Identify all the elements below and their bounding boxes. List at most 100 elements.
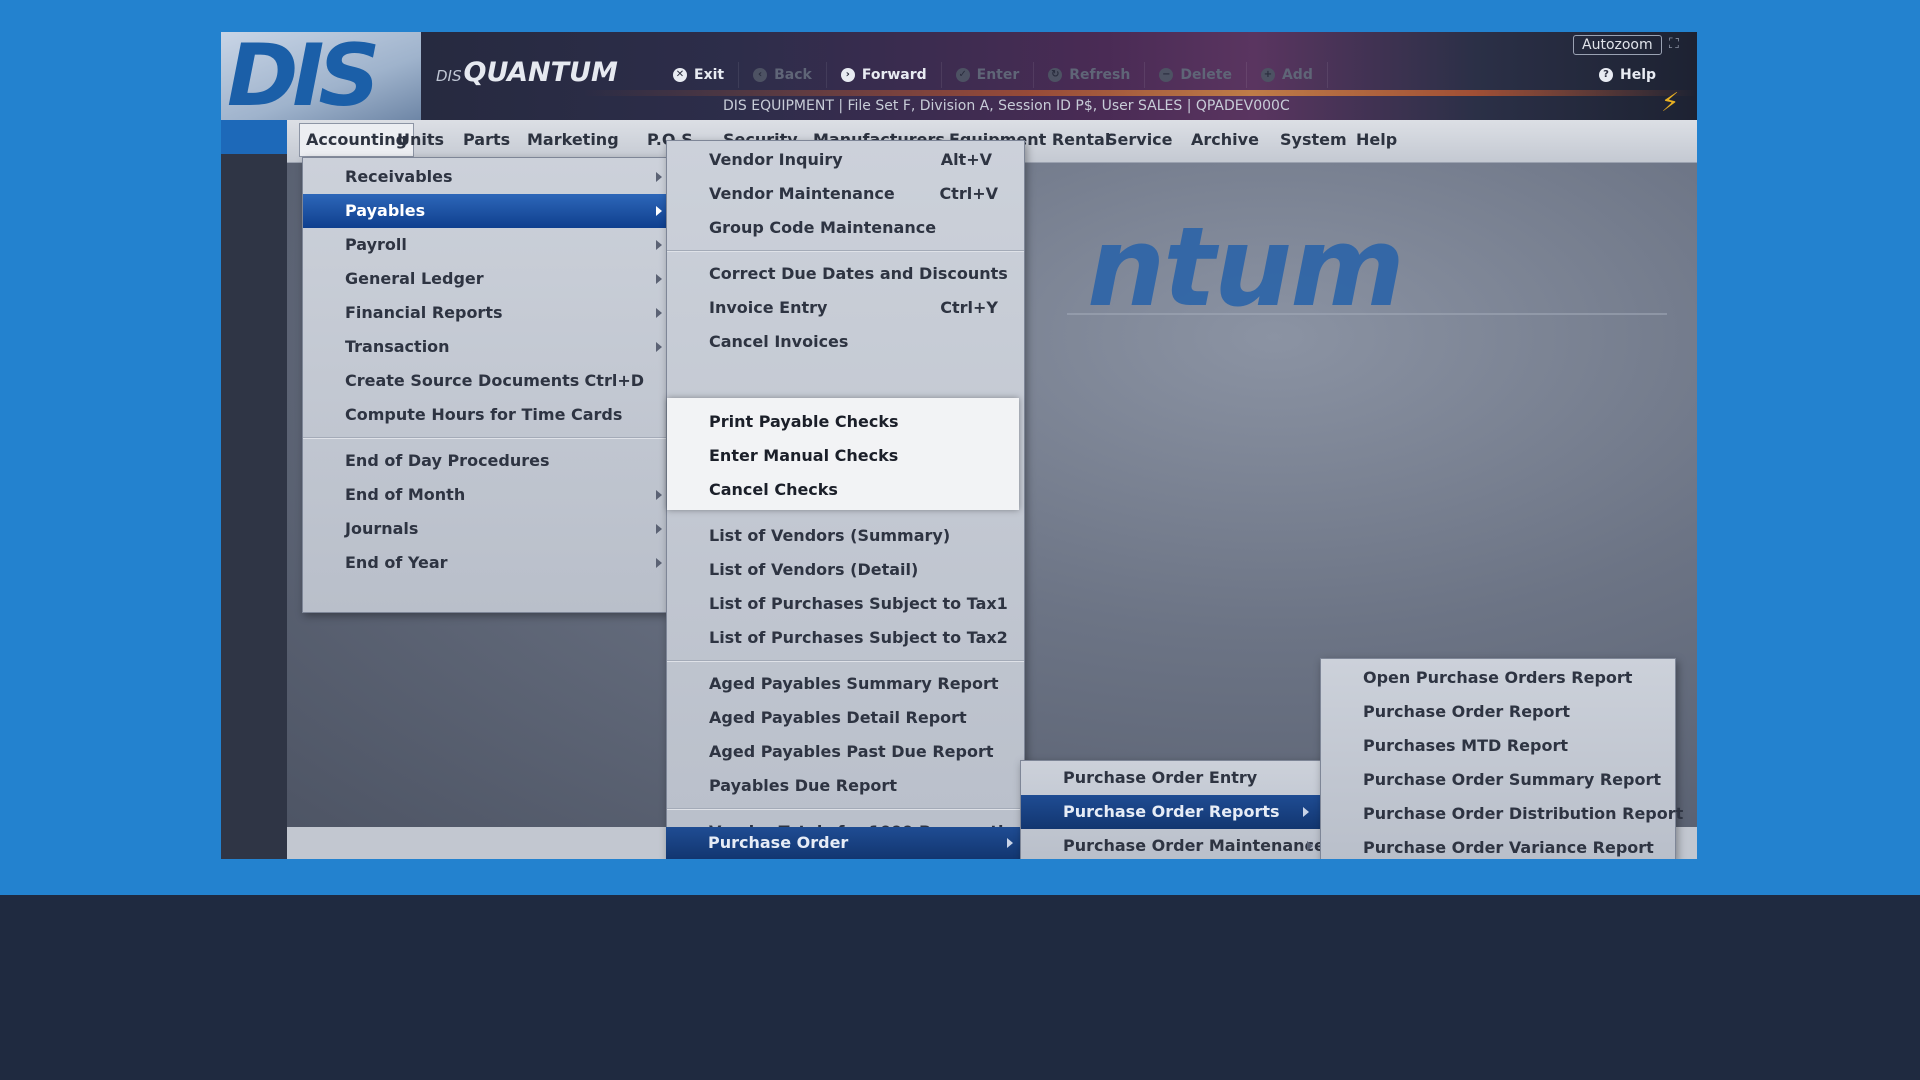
check-circle-icon: ✓: [955, 68, 970, 82]
submenu-arrow-icon: [656, 558, 662, 568]
menu-item-payables-due[interactable]: Payables Due Report: [667, 769, 1024, 803]
toolbar: ✕ Exit ‹ Back › Forward ✓ Enter ↻ Refresh − De…: [659, 62, 1328, 88]
menu-item-purchases-mtd[interactable]: Purchases MTD Report: [1321, 729, 1675, 763]
menu-item-journals[interactable]: Journals: [303, 512, 666, 546]
autozoom-toggle[interactable]: Autozoom: [1573, 35, 1662, 55]
menu-separator: [667, 660, 1024, 662]
help-circle-icon: ?: [1599, 68, 1613, 82]
menu-item-invoice-entry[interactable]: Invoice Entry Ctrl+Y: [667, 291, 1024, 325]
brand-title: DISQUANTUM: [436, 56, 636, 90]
add-button[interactable]: + Add: [1247, 62, 1328, 88]
menu-item-label: Purchase Order Entry: [1063, 768, 1258, 787]
menu-item-label: General Ledger: [345, 269, 484, 288]
lightning-bolt-icon[interactable]: ⚡: [1661, 88, 1679, 118]
menu-separator: [667, 250, 1024, 252]
menu-help[interactable]: Help: [1350, 124, 1403, 156]
menu-item-aged-past-due[interactable]: Aged Payables Past Due Report: [667, 735, 1024, 769]
menu-item-create-source-documents[interactable]: Create Source Documents Ctrl+D: [303, 364, 666, 398]
brand-prefix: DIS: [436, 67, 462, 85]
app-window: DIS DISQUANTUM ✕ Exit ‹ Back › Forward ✓ Ent…: [221, 32, 1697, 859]
menu-item-label: Aged Payables Summary Report: [709, 674, 999, 693]
po-reports-menu: Open Purchase Orders Report Purchase Ord…: [1320, 658, 1683, 859]
menu-item-open-po-report[interactable]: Open Purchase Orders Report: [1321, 661, 1675, 695]
menu-item-receivables[interactable]: Receivables: [303, 160, 666, 194]
menu-item-shortcut: Alt+V: [940, 150, 992, 169]
menu-item-aged-summary[interactable]: Aged Payables Summary Report: [667, 667, 1024, 701]
fullscreen-icon[interactable]: ⛶: [1669, 35, 1679, 53]
menu-item-label: Aged Payables Past Due Report: [709, 742, 994, 761]
menu-item-po-distribution[interactable]: Purchase Order Distribution Report: [1321, 797, 1683, 831]
menu-parts[interactable]: Parts: [457, 124, 516, 156]
menu-item-label: Aged Payables Detail Report: [709, 708, 967, 727]
menu-item-payables[interactable]: Payables: [303, 194, 666, 228]
menu-item-print-payable-checks[interactable]: Print Payable Checks: [667, 405, 1024, 439]
delete-button[interactable]: − Delete: [1145, 62, 1247, 88]
menu-item-transaction[interactable]: Transaction: [303, 330, 666, 364]
menu-item-financial-reports[interactable]: Financial Reports: [303, 296, 666, 330]
menu-item-enter-manual-checks[interactable]: Enter Manual Checks: [667, 439, 1024, 473]
menu-archive[interactable]: Archive: [1185, 124, 1265, 156]
menu-item-label: Payables Due Report: [709, 776, 897, 795]
menu-item-payroll[interactable]: Payroll: [303, 228, 666, 262]
accounting-menu: Receivables Payables Payroll General Led…: [302, 157, 667, 613]
menu-service[interactable]: Service: [1100, 124, 1179, 156]
menu-item-label: Purchase Order Distribution Report: [1363, 804, 1684, 823]
menu-item-purchases-tax2[interactable]: List of Purchases Subject to Tax2: [667, 621, 1024, 655]
menu-item-label: Financial Reports: [345, 303, 503, 322]
back-button[interactable]: ‹ Back: [739, 62, 827, 88]
menu-item-po-summary[interactable]: Purchase Order Summary Report: [1321, 763, 1675, 797]
menu-item-group-code-maintenance[interactable]: Group Code Maintenance: [667, 211, 1024, 245]
forward-button[interactable]: › Forward: [827, 62, 942, 88]
submenu-arrow-icon: [656, 206, 662, 216]
menu-item-shortcut: Ctrl+D: [584, 371, 644, 390]
menu-system[interactable]: System: [1274, 124, 1353, 156]
desktop-footer: [0, 895, 1920, 1080]
menu-separator: [667, 808, 1024, 810]
menu-item-purchase-order[interactable]: Purchase Order: [666, 827, 1023, 859]
menu-item-vendor-maintenance[interactable]: Vendor Maintenance Ctrl+V: [667, 177, 1024, 211]
submenu-arrow-icon: [656, 342, 662, 352]
back-label: Back: [774, 67, 812, 83]
menu-item-end-of-year[interactable]: End of Year: [303, 546, 666, 580]
menu-item-cancel-invoices[interactable]: Cancel Invoices: [667, 325, 1024, 359]
help-button[interactable]: ? Help: [1599, 62, 1656, 88]
menu-item-label: Purchase Order Variance Report: [1363, 838, 1654, 857]
menu-item-label: Group Code Maintenance: [709, 218, 937, 237]
menu-item-end-of-month[interactable]: End of Month: [303, 478, 666, 512]
menu-item-po-variance[interactable]: Purchase Order Variance Report: [1321, 831, 1675, 859]
menu-item-po-reports[interactable]: Purchase Order Reports: [1021, 795, 1321, 829]
menu-item-label: End of Day Procedures: [345, 451, 550, 470]
menu-marketing[interactable]: Marketing: [521, 124, 625, 156]
menu-item-label: List of Purchases Subject to Tax1: [709, 594, 1008, 613]
menu-item-label: Invoice Entry: [709, 298, 828, 317]
menu-item-po-maintenance[interactable]: Purchase Order Maintenance: [1021, 829, 1325, 859]
menu-item-compute-hours[interactable]: Compute Hours for Time Cards: [303, 398, 666, 432]
menu-item-label: Transaction: [345, 337, 450, 356]
watermark-text: ntum: [1087, 203, 1405, 331]
left-panel-header: [221, 120, 287, 154]
menu-item-label: Receivables: [345, 167, 453, 186]
refresh-button[interactable]: ↻ Refresh: [1034, 62, 1146, 88]
menu-units[interactable]: Units: [391, 124, 450, 156]
menu-item-po-entry[interactable]: Purchase Order Entry: [1021, 761, 1321, 795]
menu-item-po-report[interactable]: Purchase Order Report: [1321, 695, 1675, 729]
menu-item-cancel-checks[interactable]: Cancel Checks: [667, 473, 1024, 507]
menu-item-end-of-day[interactable]: End of Day Procedures: [303, 444, 666, 478]
logo: DIS: [221, 32, 421, 120]
menu-item-list-vendors-detail[interactable]: List of Vendors (Detail): [667, 553, 1024, 587]
menu-item-label: Purchase Order Reports: [1063, 802, 1280, 821]
menu-item-vendor-inquiry[interactable]: Vendor Inquiry Alt+V: [667, 143, 1024, 177]
menu-item-shortcut: Ctrl+V: [939, 184, 998, 203]
menu-item-label: Purchase Order: [708, 833, 849, 852]
menu-item-correct-due-dates[interactable]: Correct Due Dates and Discounts: [667, 257, 1024, 291]
menu-item-label: Journals: [345, 519, 419, 538]
menu-separator: [303, 437, 666, 439]
menu-item-aged-detail[interactable]: Aged Payables Detail Report: [667, 701, 1024, 735]
menu-item-list-vendors-summary[interactable]: List of Vendors (Summary): [667, 519, 1024, 553]
exit-button[interactable]: ✕ Exit: [659, 62, 740, 88]
menu-item-general-ledger[interactable]: General Ledger: [303, 262, 666, 296]
enter-button[interactable]: ✓ Enter: [942, 62, 1035, 88]
submenu-arrow-icon: [656, 172, 662, 182]
menu-item-label: Purchase Order Maintenance: [1063, 836, 1325, 855]
menu-item-purchases-tax1[interactable]: List of Purchases Subject to Tax1: [667, 587, 1024, 621]
